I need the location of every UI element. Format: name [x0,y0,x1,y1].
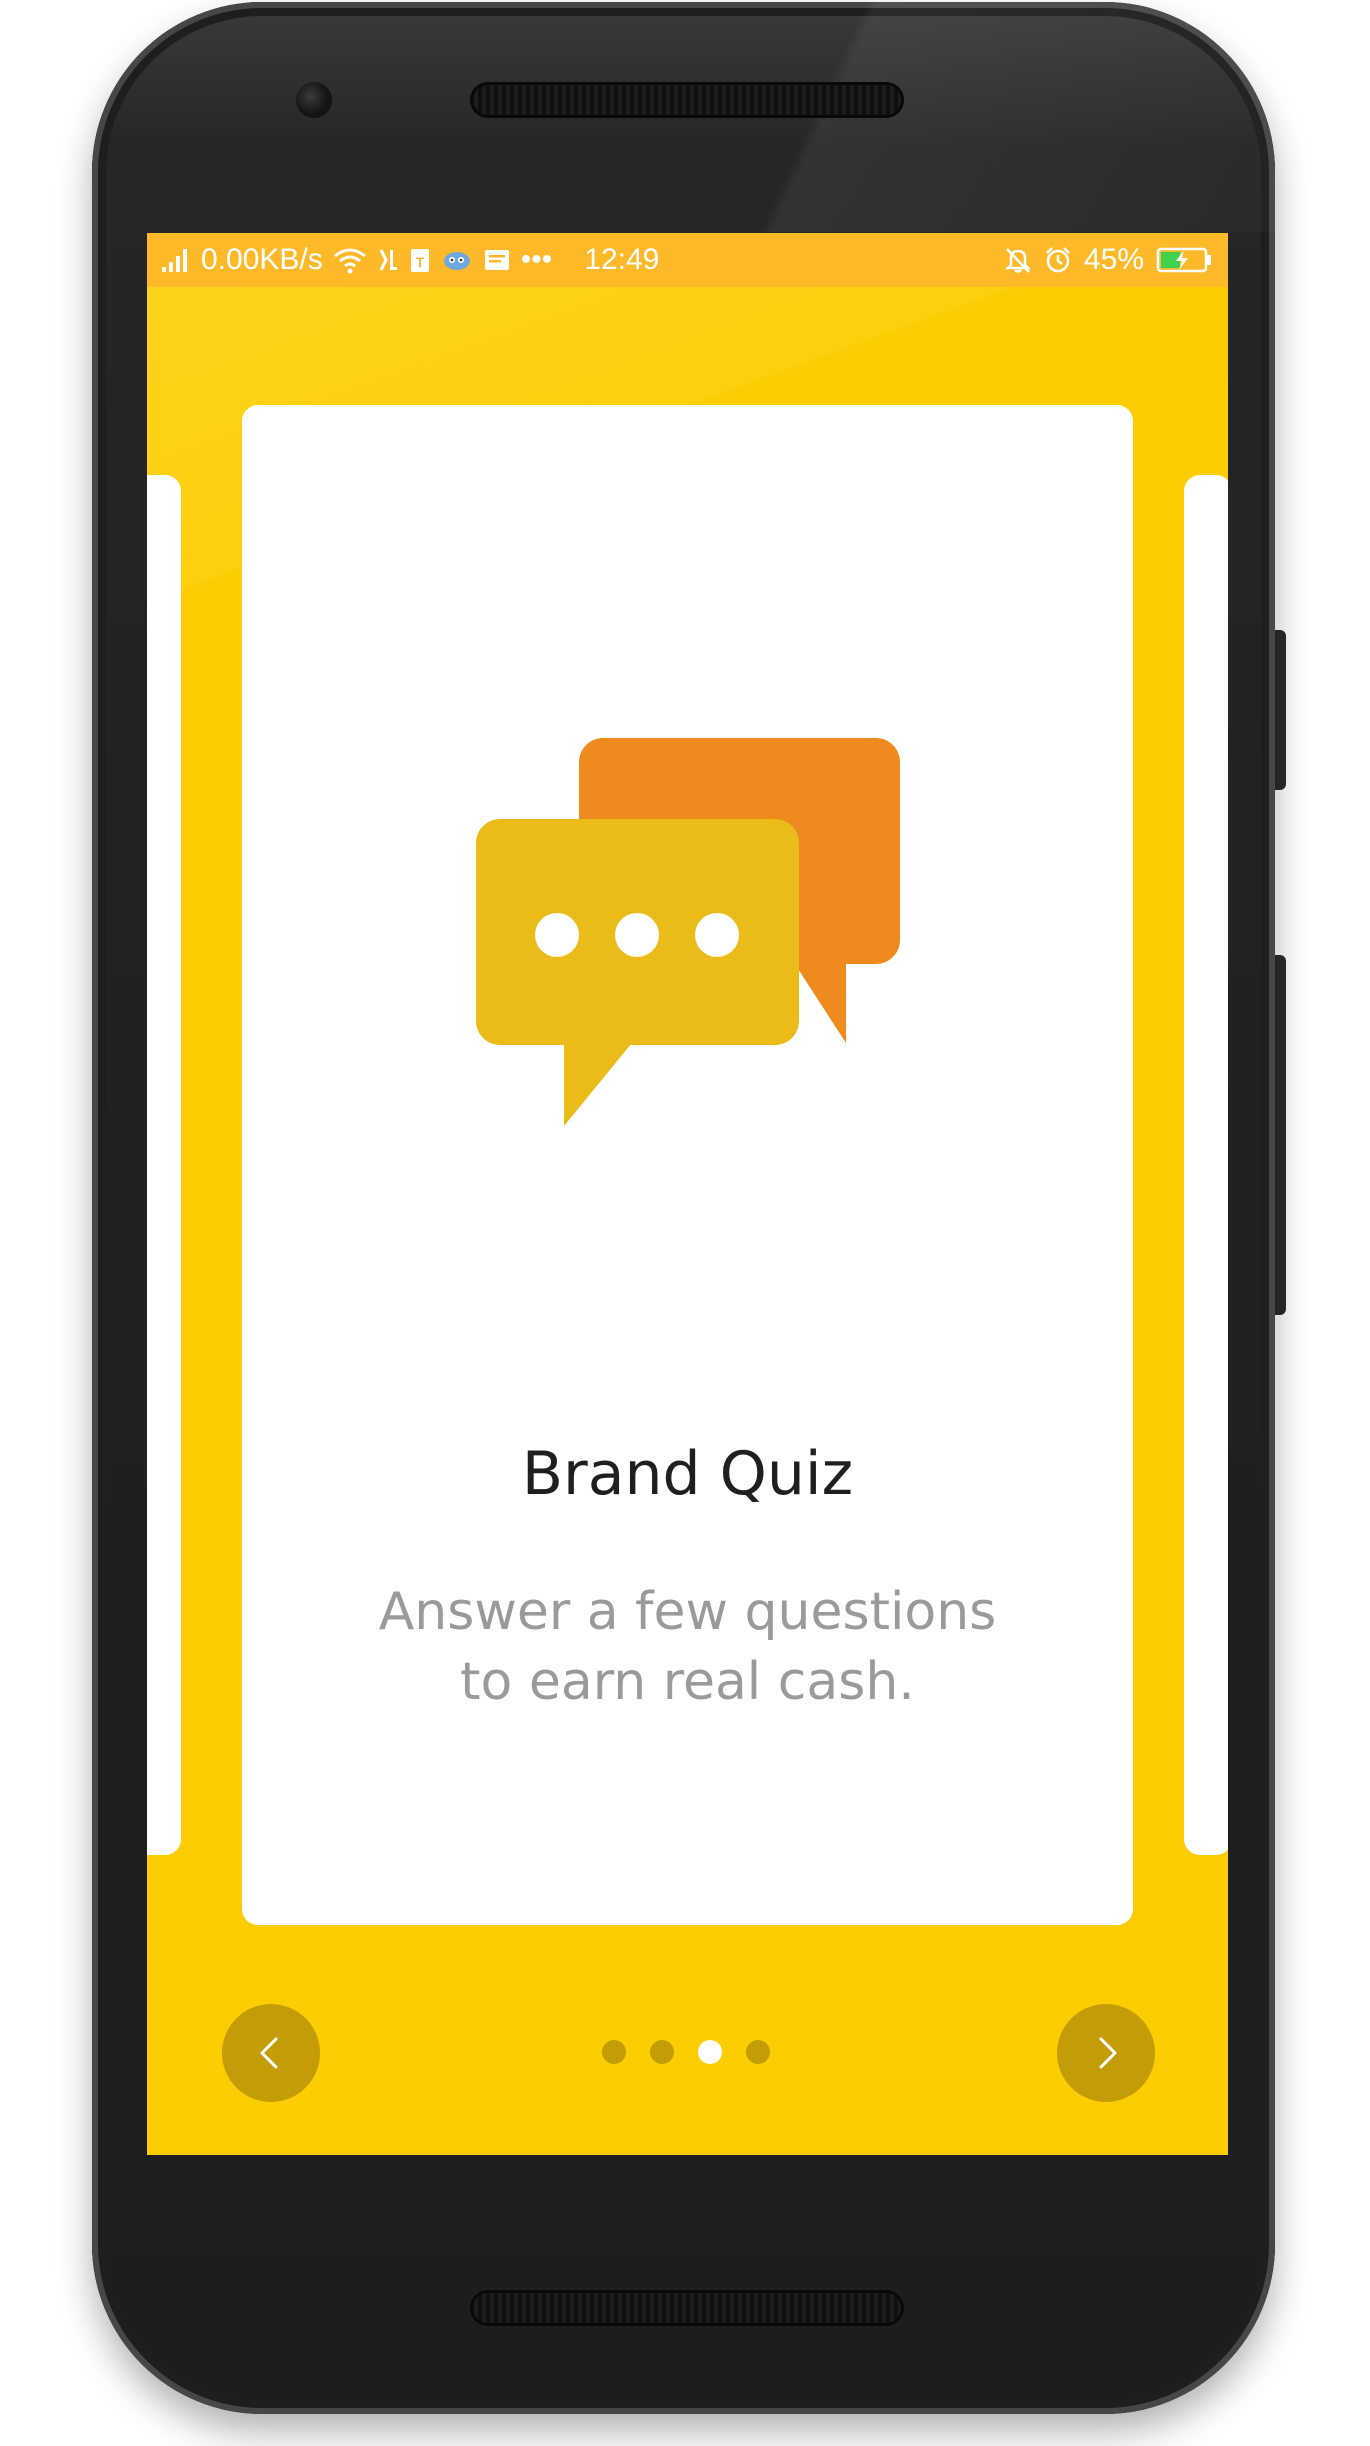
device-mockup: 0.00KB/s T ••• 12:49 45% Brand Quiz Answ… [0,0,1370,2446]
battery-percentage: 45% [1083,243,1144,276]
chevron-left-icon [260,2037,278,2069]
next-button[interactable] [1057,2004,1155,2102]
page-dot[interactable] [746,2040,770,2064]
page-dot[interactable] [602,2040,626,2064]
page-dot[interactable] [698,2040,722,2064]
overflow-dots: ••• [520,243,553,276]
sim-icon: T [409,246,431,274]
card-description-line-2: to earn real cash. [460,1652,915,1712]
usb-debug-icon [377,247,399,273]
page-indicator [602,2040,770,2066]
battery-charging-icon [1156,246,1212,274]
message-icon [483,247,511,273]
clock: 12:49 [584,243,660,276]
next-card-peek[interactable] [1184,475,1228,1855]
app-screen: 0.00KB/s T ••• 12:49 45% Brand Quiz Answ… [147,233,1228,2155]
chevron-right-icon [1099,2037,1117,2069]
bottom-speaker-grille [470,2290,904,2326]
front-camera [296,82,332,118]
chat-bubbles-icon [476,738,900,1126]
page-dot[interactable] [650,2040,674,2064]
card-description-line-1: Answer a few questions [378,1582,997,1642]
card-title: Brand Quiz [521,1439,854,1509]
svg-text:T: T [415,254,424,270]
onboarding-card: Brand Quiz Answer a few questions to ear… [242,405,1133,1925]
previous-button[interactable] [222,2004,320,2102]
alarm-icon [1044,246,1072,274]
signal-icon [161,247,191,273]
status-bar: 0.00KB/s T ••• 12:49 45% [147,233,1228,287]
status-bar-left: 0.00KB/s T ••• 12:49 [161,233,659,287]
status-bar-right: 45% [1004,233,1212,287]
mute-icon [1004,246,1032,274]
app-notification-icon [441,247,473,273]
top-speaker-grille [470,82,904,118]
card-description: Answer a few questions to earn real cash… [302,1577,1073,1717]
network-speed: 0.00KB/s [201,243,323,276]
previous-card-peek[interactable] [147,475,181,1855]
wifi-icon [333,246,367,274]
